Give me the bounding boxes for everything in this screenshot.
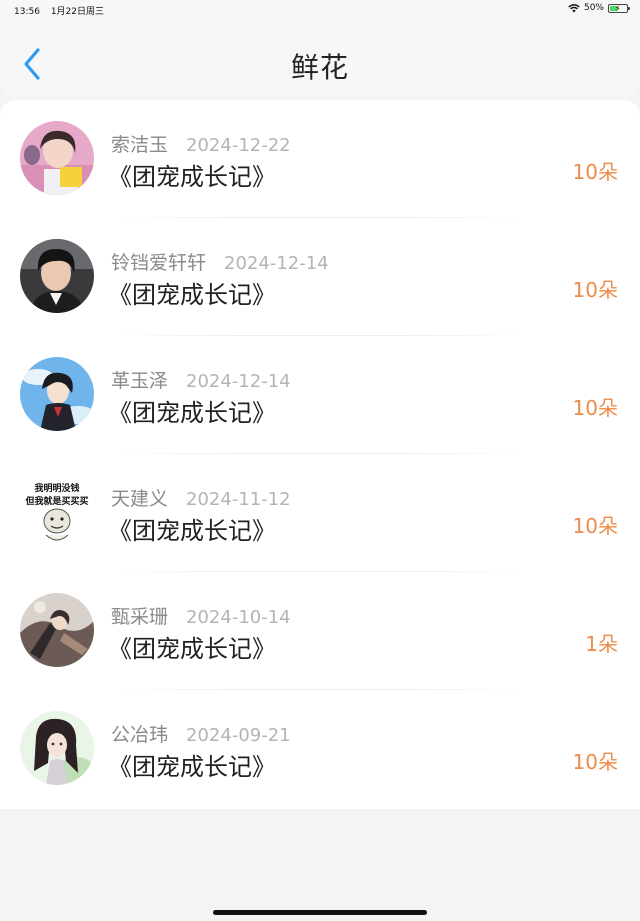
avatar-caption: 我明明没钱 bbox=[34, 482, 79, 494]
gift-date: 2024-12-14 bbox=[186, 371, 291, 392]
list-item[interactable]: 索洁玉 2024-12-22 《团宠成长记》 10朵 bbox=[0, 100, 640, 218]
book-title: 《团宠成长记》 bbox=[108, 635, 276, 663]
flower-count: 10朵 bbox=[572, 514, 618, 538]
list-item[interactable]: 铃铛爱轩轩 2024-12-14 《团宠成长记》 10朵 bbox=[0, 218, 640, 336]
user-name: 革玉泽 bbox=[111, 370, 169, 392]
gift-date: 2024-12-22 bbox=[186, 135, 291, 156]
flower-count: 1朵 bbox=[585, 632, 618, 656]
book-title: 《团宠成长记》 bbox=[108, 517, 276, 545]
gift-date: 2024-10-14 bbox=[186, 607, 291, 628]
home-indicator[interactable] bbox=[213, 910, 427, 915]
flower-count: 10朵 bbox=[572, 160, 618, 184]
avatar: 我明明没钱 但我就是买买买 bbox=[20, 475, 94, 549]
book-title: 《团宠成长记》 bbox=[108, 399, 276, 427]
flower-count: 10朵 bbox=[572, 278, 618, 302]
avatar-caption: 但我就是买买买 bbox=[24, 495, 88, 507]
wifi-icon bbox=[568, 4, 580, 13]
status-bar: 13:56 1月22日周三 50% ⚡ bbox=[0, 0, 640, 20]
user-name: 铃铛爱轩轩 bbox=[111, 252, 207, 274]
avatar bbox=[20, 239, 94, 313]
status-date: 1月22日周三 bbox=[50, 7, 104, 17]
user-name: 公冶玮 bbox=[111, 724, 169, 746]
user-name: 天建义 bbox=[111, 488, 169, 510]
avatar bbox=[20, 357, 94, 431]
gift-date: 2024-09-21 bbox=[186, 725, 291, 746]
status-time: 13:56 bbox=[14, 7, 40, 17]
gift-list: 索洁玉 2024-12-22 《团宠成长记》 10朵 铃铛爱轩轩 2024-12-1… bbox=[0, 100, 640, 809]
book-title: 《团宠成长记》 bbox=[108, 753, 276, 781]
gift-date: 2024-11-12 bbox=[186, 489, 291, 510]
book-title: 《团宠成长记》 bbox=[108, 281, 276, 309]
avatar bbox=[20, 711, 94, 785]
list-item[interactable]: 甄采珊 2024-10-14 《团宠成长记》 1朵 bbox=[0, 572, 640, 690]
charging-bolt-icon: ⚡ bbox=[615, 3, 621, 13]
battery-icon: ⚡ bbox=[608, 3, 630, 13]
avatar bbox=[20, 593, 94, 667]
list-item[interactable]: 革玉泽 2024-12-14 《团宠成长记》 10朵 bbox=[0, 336, 640, 454]
battery-percent: 50% bbox=[583, 3, 604, 13]
avatar bbox=[20, 121, 94, 195]
user-name: 索洁玉 bbox=[111, 134, 169, 156]
page-title: 鲜花 bbox=[290, 51, 349, 84]
book-title: 《团宠成长记》 bbox=[108, 163, 276, 191]
gift-date: 2024-12-14 bbox=[224, 253, 329, 274]
user-name: 甄采珊 bbox=[111, 606, 169, 628]
nav-bar: 鲜花 bbox=[0, 20, 640, 97]
flower-count: 10朵 bbox=[572, 396, 618, 420]
list-item[interactable]: 我明明没钱 但我就是买买买 天建义 2024-11-12 《团宠成长记》 10朵 bbox=[0, 454, 640, 572]
list-item[interactable]: 公冶玮 2024-09-21 《团宠成长记》 10朵 bbox=[0, 690, 640, 808]
flower-count: 10朵 bbox=[572, 750, 618, 774]
